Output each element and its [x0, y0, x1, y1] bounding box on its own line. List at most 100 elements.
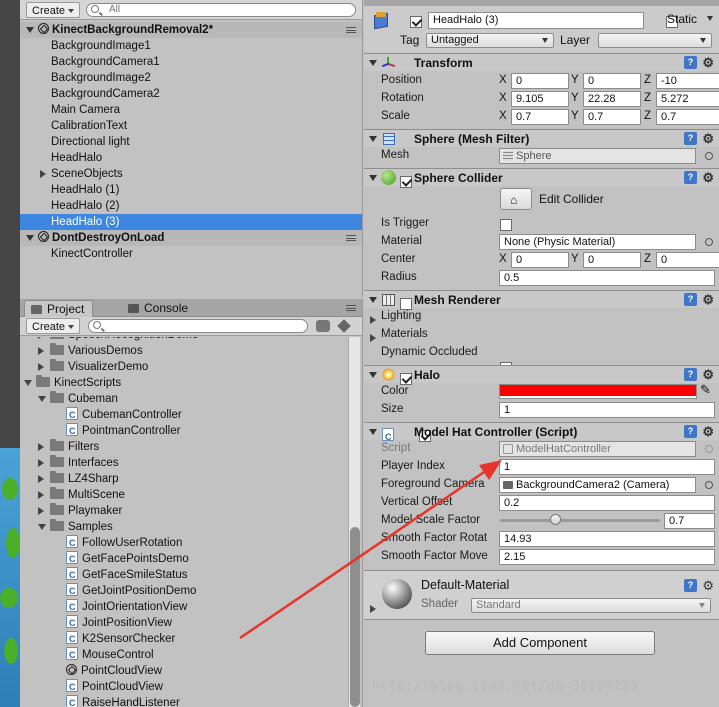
- filter-label-icon[interactable]: [337, 319, 351, 333]
- gear-icon[interactable]: ⚙: [702, 578, 714, 594]
- fold-arrow-icon[interactable]: [369, 297, 377, 303]
- fold-arrow-icon[interactable]: [369, 136, 377, 142]
- scale-x-input[interactable]: 0.7: [511, 109, 569, 125]
- project-create-button[interactable]: Create: [26, 318, 81, 334]
- menu-icon[interactable]: [346, 305, 356, 311]
- layer-dropdown[interactable]: [598, 33, 712, 48]
- scale-z-input[interactable]: 0.7: [656, 109, 719, 125]
- fold-arrow-icon[interactable]: [38, 337, 44, 339]
- hierarchy-item[interactable]: BackgroundCamera2: [20, 86, 362, 102]
- model-scale-input[interactable]: 0.7: [664, 513, 715, 529]
- project-folder[interactable]: VisualizerDemo: [38, 359, 148, 375]
- project-folder[interactable]: KinectScripts: [24, 375, 121, 391]
- object-picker-icon[interactable]: [705, 481, 713, 489]
- gear-icon[interactable]: ⚙: [702, 292, 714, 308]
- shader-dropdown[interactable]: Standard: [471, 598, 711, 613]
- project-asset[interactable]: K2SensorChecker: [52, 631, 175, 647]
- mesh-renderer-header[interactable]: Mesh Renderer ? ⚙: [364, 290, 719, 310]
- project-asset[interactable]: JointOrientationView: [52, 599, 187, 615]
- gear-icon[interactable]: ⚙: [702, 170, 714, 186]
- scale-z-label[interactable]: Z: [644, 108, 651, 124]
- smooth-rotate-input[interactable]: 14.93: [499, 531, 715, 547]
- menu-icon[interactable]: [346, 235, 356, 241]
- fold-arrow-icon[interactable]: [40, 170, 46, 178]
- center-x-label[interactable]: X: [499, 251, 507, 267]
- fold-arrow-icon[interactable]: [38, 474, 44, 483]
- project-folder[interactable]: Interfaces: [38, 455, 119, 471]
- project-asset[interactable]: JointPositionView: [52, 615, 172, 631]
- project-folder[interactable]: LZ4Sharp: [38, 471, 119, 487]
- hierarchy-item[interactable]: BackgroundCamera1: [20, 54, 362, 70]
- help-icon[interactable]: ?: [684, 171, 697, 184]
- filter-type-icon[interactable]: [316, 320, 330, 332]
- project-asset[interactable]: CubemanController: [52, 407, 182, 423]
- fold-arrow-icon[interactable]: [369, 429, 377, 435]
- fold-arrow-icon[interactable]: [26, 234, 34, 241]
- fold-arrow-icon[interactable]: [38, 395, 46, 402]
- help-icon[interactable]: ?: [684, 56, 697, 69]
- tag-dropdown[interactable]: Untagged: [426, 33, 554, 48]
- tab-console[interactable]: Console: [122, 300, 196, 317]
- add-component-button[interactable]: Add Component: [425, 631, 655, 655]
- materials-fold-icon[interactable]: [370, 331, 376, 345]
- eyedropper-icon[interactable]: ✎: [700, 382, 711, 398]
- object-picker-icon[interactable]: [705, 152, 713, 160]
- project-folder[interactable]: MultiScene: [38, 487, 125, 503]
- tab-project[interactable]: Project: [24, 300, 94, 317]
- scene-row-kinect[interactable]: KinectBackgroundRemoval2*: [20, 22, 362, 38]
- rotation-z-input[interactable]: 5.272: [656, 91, 719, 107]
- halo-header[interactable]: Halo ? ⚙: [364, 365, 719, 385]
- hierarchy-item[interactable]: HeadHalo (1): [20, 182, 362, 198]
- help-icon[interactable]: ?: [684, 293, 697, 306]
- center-y-input[interactable]: 0: [583, 252, 641, 268]
- model-hat-header[interactable]: Model Hat Controller (Script) ? ⚙: [364, 422, 719, 446]
- rotation-y-input[interactable]: 22.28: [583, 91, 641, 107]
- halo-color-swatch[interactable]: [499, 384, 697, 399]
- center-z-label[interactable]: Z: [644, 251, 651, 267]
- fold-arrow-icon[interactable]: [24, 379, 32, 386]
- fold-arrow-icon[interactable]: [38, 523, 46, 530]
- help-icon[interactable]: ?: [684, 579, 697, 592]
- project-search-input[interactable]: [88, 319, 308, 333]
- project-folder[interactable]: Filters: [38, 439, 99, 455]
- fold-arrow-icon[interactable]: [38, 362, 44, 371]
- project-asset[interactable]: FollowUserRotation: [52, 535, 182, 551]
- sphere-collider-checkbox[interactable]: [400, 175, 412, 188]
- fold-arrow-icon[interactable]: [38, 346, 44, 355]
- center-x-input[interactable]: 0: [511, 252, 569, 268]
- player-index-input[interactable]: 1: [499, 459, 715, 475]
- project-asset[interactable]: RaiseHandListener: [52, 695, 180, 707]
- hierarchy-item[interactable]: HeadHalo (3): [20, 214, 362, 230]
- hierarchy-item[interactable]: Main Camera: [20, 102, 362, 118]
- gear-icon[interactable]: ⚙: [702, 367, 714, 383]
- fold-arrow-icon[interactable]: [369, 60, 377, 66]
- fold-arrow-icon[interactable]: [369, 372, 377, 378]
- hierarchy-item[interactable]: BackgroundImage2: [20, 70, 362, 86]
- position-x-label[interactable]: X: [499, 72, 507, 88]
- project-asset[interactable]: MouseControl: [52, 647, 154, 663]
- help-icon[interactable]: ?: [684, 425, 697, 438]
- material-fold-icon[interactable]: [370, 602, 376, 616]
- hierarchy-item[interactable]: HeadHalo: [20, 150, 362, 166]
- project-asset[interactable]: GetFaceSmileStatus: [52, 567, 187, 583]
- help-icon[interactable]: ?: [684, 132, 697, 145]
- project-asset[interactable]: GetFacePointsDemo: [52, 551, 189, 567]
- help-icon[interactable]: ?: [684, 368, 697, 381]
- hierarchy-search-input[interactable]: All: [86, 3, 356, 17]
- center-z-input[interactable]: 0: [656, 252, 719, 268]
- object-name-input[interactable]: HeadHalo (3): [428, 12, 644, 29]
- hierarchy-item[interactable]: Directional light: [20, 134, 362, 150]
- edit-collider-button[interactable]: ⌂: [500, 188, 532, 210]
- rotation-y-label[interactable]: Y: [571, 90, 579, 106]
- scale-y-label[interactable]: Y: [571, 108, 579, 124]
- scrollbar-thumb[interactable]: [350, 527, 360, 707]
- project-scrollbar[interactable]: [348, 337, 360, 707]
- hierarchy-item[interactable]: SceneObjects: [20, 166, 362, 182]
- lighting-label[interactable]: Lighting: [381, 308, 421, 324]
- fold-arrow-icon[interactable]: [38, 490, 44, 499]
- model-scale-slider[interactable]: [500, 514, 660, 525]
- is-trigger-checkbox[interactable]: [500, 218, 512, 231]
- radius-input[interactable]: 0.5: [499, 270, 715, 286]
- center-y-label[interactable]: Y: [571, 251, 579, 267]
- position-y-input[interactable]: 0: [583, 73, 641, 89]
